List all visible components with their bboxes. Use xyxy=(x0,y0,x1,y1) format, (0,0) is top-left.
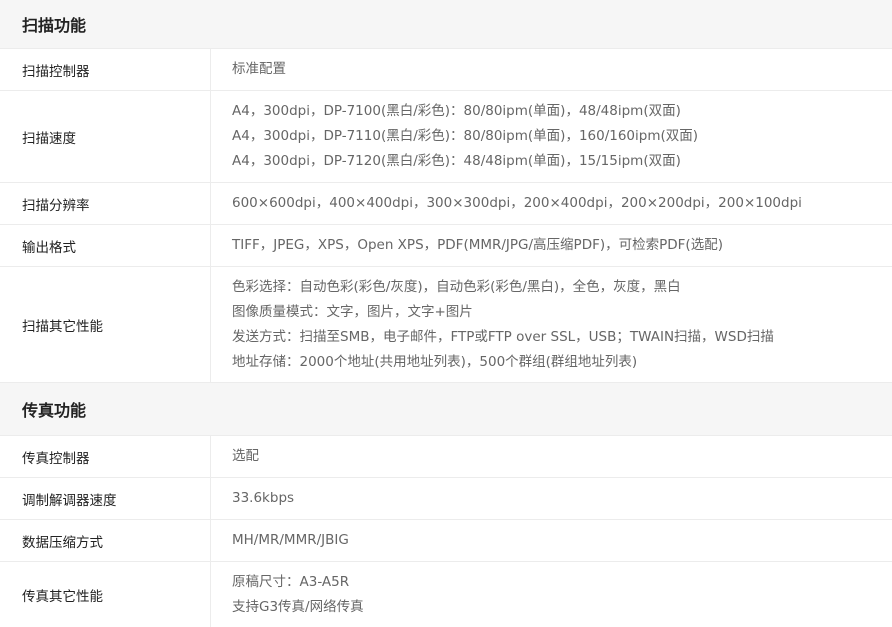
spec-row-fax-controller: 传真控制器 选配 xyxy=(0,436,892,478)
spec-value-line: 色彩选择：自动色彩(彩色/灰度)，自动色彩(彩色/黑白)，全色，灰度，黑白 xyxy=(232,278,681,295)
spec-value-line: 地址存储：2000个地址(共用地址列表)，500个群组(群组地址列表) xyxy=(232,353,638,370)
spec-row-scan-other: 扫描其它性能 色彩选择：自动色彩(彩色/灰度)，自动色彩(彩色/黑白)，全色，灰… xyxy=(0,267,892,383)
spec-label: 扫描速度 xyxy=(0,91,211,182)
spec-value-line: 标准配置 xyxy=(232,61,286,77)
spec-label: 传真控制器 xyxy=(0,436,211,477)
spec-row-output-format: 输出格式 TIFF，JPEG，XPS，Open XPS，PDF(MMR/JPG/… xyxy=(0,225,892,267)
spec-label: 输出格式 xyxy=(0,225,211,266)
spec-value: 标准配置 xyxy=(211,49,892,90)
spec-row-scan-controller: 扫描控制器 标准配置 xyxy=(0,49,892,91)
spec-value-line: 图像质量模式：文字，图片，文字+图片 xyxy=(232,303,473,320)
spec-row-fax-other: 传真其它性能 原稿尺寸：A3-A5R 支持G3传真/网络传真 xyxy=(0,562,892,627)
spec-value: TIFF，JPEG，XPS，Open XPS，PDF(MMR/JPG/高压缩PD… xyxy=(211,225,892,266)
spec-label: 调制解调器速度 xyxy=(0,478,211,519)
spec-value: 选配 xyxy=(211,436,892,477)
spec-value: 33.6kbps xyxy=(211,478,892,519)
spec-value-line: A4，300dpi，DP-7100(黑白/彩色)：80/80ipm(单面)，48… xyxy=(232,103,681,119)
spec-label: 数据压缩方式 xyxy=(0,520,211,561)
section-title-scan: 扫描功能 xyxy=(0,0,892,49)
spec-label: 扫描控制器 xyxy=(0,49,211,90)
spec-value: MH/MR/MMR/JBIG xyxy=(211,520,892,561)
spec-row-compression: 数据压缩方式 MH/MR/MMR/JBIG xyxy=(0,520,892,562)
spec-value-line: 选配 xyxy=(232,448,259,464)
spec-value-line: 33.6kbps xyxy=(232,490,295,506)
spec-value-line: 原稿尺寸：A3-A5R xyxy=(232,573,350,590)
spec-value: 原稿尺寸：A3-A5R 支持G3传真/网络传真 xyxy=(211,562,892,627)
section-title-fax: 传真功能 xyxy=(0,383,892,436)
spec-row-modem-speed: 调制解调器速度 33.6kbps xyxy=(0,478,892,520)
spec-value-line: 支持G3传真/网络传真 xyxy=(232,598,364,615)
spec-row-scan-resolution: 扫描分辨率 600×600dpi，400×400dpi，300×300dpi，2… xyxy=(0,183,892,225)
spec-value-line: A4，300dpi，DP-7120(黑白/彩色)：48/48ipm(单面)，15… xyxy=(232,153,681,169)
spec-value: 色彩选择：自动色彩(彩色/灰度)，自动色彩(彩色/黑白)，全色，灰度，黑白 图像… xyxy=(211,267,892,382)
spec-value-line: 600×600dpi，400×400dpi，300×300dpi，200×400… xyxy=(232,195,802,211)
spec-label: 扫描分辨率 xyxy=(0,183,211,224)
spec-value-line: A4，300dpi，DP-7110(黑白/彩色)：80/80ipm(单面)，16… xyxy=(232,128,699,144)
spec-value-line: 发送方式：扫描至SMB，电子邮件，FTP或FTP over SSL，USB；TW… xyxy=(232,328,774,345)
spec-row-scan-speed: 扫描速度 A4，300dpi，DP-7100(黑白/彩色)：80/80ipm(单… xyxy=(0,91,892,183)
spec-table: 扫描功能 扫描控制器 标准配置 扫描速度 A4，300dpi，DP-7100(黑… xyxy=(0,0,892,627)
spec-value-line: TIFF，JPEG，XPS，Open XPS，PDF(MMR/JPG/高压缩PD… xyxy=(232,237,723,253)
spec-value-line: MH/MR/MMR/JBIG xyxy=(232,532,349,548)
spec-label: 扫描其它性能 xyxy=(0,267,211,382)
spec-label: 传真其它性能 xyxy=(0,562,211,627)
spec-value: A4，300dpi，DP-7100(黑白/彩色)：80/80ipm(单面)，48… xyxy=(211,91,892,182)
spec-value: 600×600dpi，400×400dpi，300×300dpi，200×400… xyxy=(211,183,892,224)
